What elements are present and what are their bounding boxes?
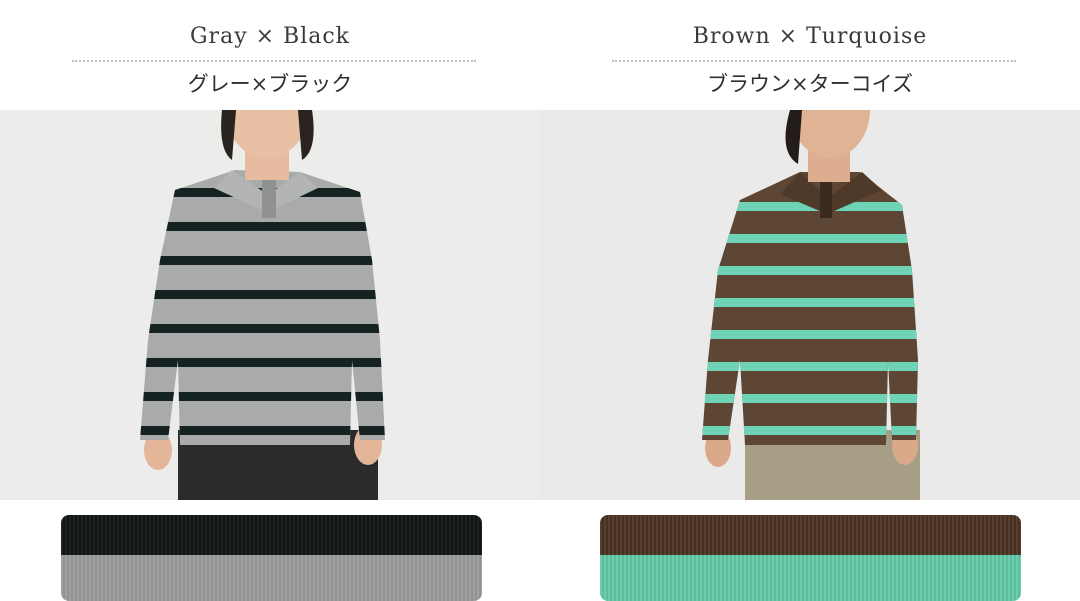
fabric-swatch (600, 515, 1021, 601)
model-wearing-sweater-illustration (540, 110, 1080, 500)
dotted-divider (612, 60, 1016, 62)
product-photo (0, 110, 540, 500)
variant-title-japanese: グレー×ブラック (187, 72, 353, 96)
variant-title-japanese: ブラウン×ターコイズ (707, 72, 913, 96)
fabric-swatch (61, 515, 482, 601)
model-wearing-sweater-illustration (0, 110, 540, 500)
placket (262, 180, 276, 218)
variant-brown-turquoise: Brown × Turquoise ブラウン×ターコイズ (540, 0, 1080, 601)
placket (820, 182, 832, 218)
variant-title-english: Gray × Black (189, 24, 351, 49)
dotted-divider (72, 60, 476, 62)
variant-gray-black: Gray × Black グレー×ブラック (0, 0, 540, 601)
product-photo (540, 110, 1080, 500)
variant-title-english: Brown × Turquoise (692, 24, 928, 49)
